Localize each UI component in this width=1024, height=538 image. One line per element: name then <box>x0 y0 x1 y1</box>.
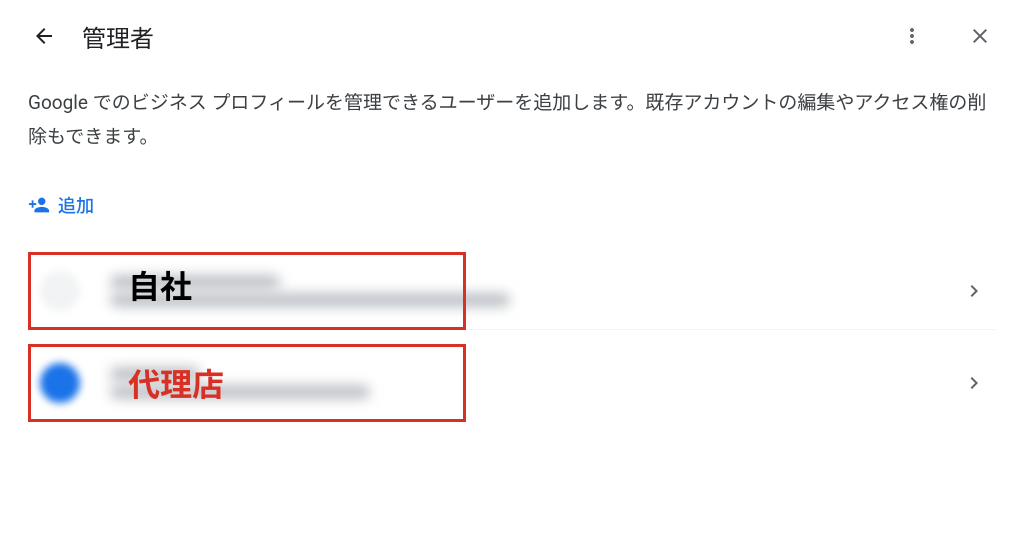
redacted-name <box>110 275 280 289</box>
add-button[interactable]: 追加 <box>0 182 122 228</box>
header: 管理者 <box>0 0 1024 72</box>
close-icon <box>968 24 992 48</box>
description-text: Google でのビジネス プロフィールを管理できるユーザーを追加します。既存ア… <box>0 72 1024 168</box>
header-actions <box>892 16 1000 56</box>
close-button[interactable] <box>960 16 1000 56</box>
back-button[interactable] <box>24 16 64 56</box>
manager-item-self[interactable]: 自社 <box>28 252 996 330</box>
avatar <box>40 363 80 403</box>
managers-list: 自社 代理店 <box>0 228 1024 422</box>
arrow-back-icon <box>32 24 56 48</box>
item-content <box>110 275 984 307</box>
redacted-email <box>110 293 510 307</box>
more-button[interactable] <box>892 16 932 56</box>
add-button-label: 追加 <box>58 192 94 218</box>
person-add-icon <box>28 194 50 216</box>
redacted-email <box>110 385 370 399</box>
more-vert-icon <box>900 24 924 48</box>
redacted-name <box>110 367 200 381</box>
item-content <box>110 367 984 399</box>
avatar <box>40 271 80 311</box>
manager-item-agency[interactable]: 代理店 <box>28 344 996 422</box>
page-title: 管理者 <box>82 19 154 54</box>
